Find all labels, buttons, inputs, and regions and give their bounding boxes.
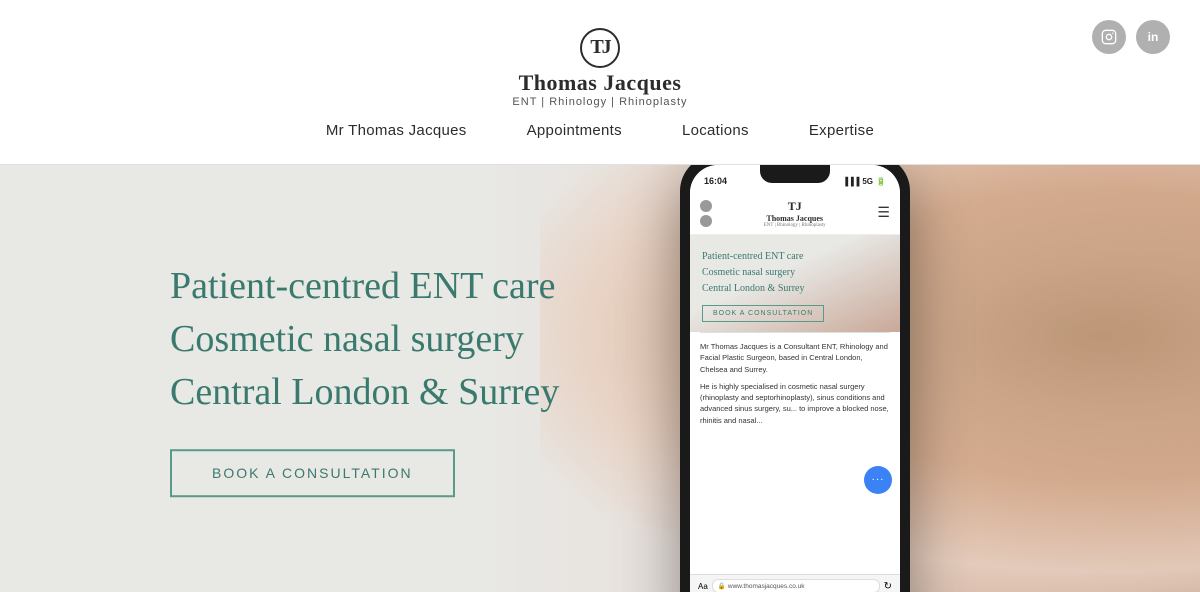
phone-logo: TJ Thomas Jacques ENT | Rhinology | Rhin… — [764, 199, 826, 228]
phone-website-content: TJ Thomas Jacques ENT | Rhinology | Rhin… — [690, 193, 900, 574]
linkedin-icon[interactable]: in — [1136, 20, 1170, 54]
phone-chat-icon: ··· — [872, 475, 885, 486]
phone-body: Mr Thomas Jacques is a Consultant ENT, R… — [690, 333, 900, 440]
phone-browser-bar: Aa 🔒 www.thomasjacques.co.uk ↻ — [690, 574, 900, 592]
logo-subtitle: ENT | Rhinology | Rhinoplasty — [512, 96, 687, 108]
phone-chat-bubble[interactable]: ··· — [864, 466, 892, 494]
hero-content: Patient-centred ENT care Cosmetic nasal … — [170, 260, 559, 498]
phone-time: 16:04 — [704, 176, 727, 186]
nav-locations[interactable]: Locations — [682, 122, 749, 139]
hero-line-1: Patient-centred ENT care — [170, 260, 559, 313]
hero-cta-button[interactable]: BOOK A CONSULTATION — [170, 449, 455, 497]
phone-linkedin-icon — [700, 215, 712, 227]
phone-social-icons — [700, 200, 712, 227]
phone-bio-para1: Mr Thomas Jacques is a Consultant ENT, R… — [700, 341, 890, 375]
phone-mockup: 16:04 ▐▐▐ 5G 🔋 TJ Thomas Jacques — [680, 165, 910, 592]
phone-text-size-icon[interactable]: Aa — [698, 582, 708, 591]
nav-mr-thomas-jacques[interactable]: Mr Thomas Jacques — [326, 122, 467, 139]
instagram-icon[interactable] — [1092, 20, 1126, 54]
phone-url-bar[interactable]: 🔒 www.thomasjacques.co.uk — [712, 579, 880, 592]
social-icons: in — [1092, 20, 1170, 54]
nav-appointments[interactable]: Appointments — [527, 122, 622, 139]
phone-cta-button[interactable]: BOOK A CONSULTATION — [702, 305, 824, 322]
phone-signal: ▐▐▐ 5G 🔋 — [842, 177, 886, 186]
main-nav: Mr Thomas Jacques Appointments Locations… — [326, 122, 874, 139]
phone-reload-icon[interactable]: ↻ — [884, 581, 892, 592]
hero-section: Patient-centred ENT care Cosmetic nasal … — [0, 165, 1200, 592]
logo-name: Thomas Jacques — [519, 70, 682, 96]
nav-expertise[interactable]: Expertise — [809, 122, 874, 139]
phone-hero: Patient-centred ENT care Cosmetic nasal … — [690, 235, 900, 332]
phone-hamburger-icon[interactable]: ☰ — [877, 205, 890, 222]
hero-line-3: Central London & Surrey — [170, 366, 559, 419]
hero-line-2: Cosmetic nasal surgery — [170, 313, 559, 366]
phone-instagram-icon — [700, 200, 712, 212]
site-header: in TJ Thomas Jacques ENT | Rhinology | R… — [0, 0, 1200, 165]
phone-bio-para2: He is highly specialised in cosmetic nas… — [700, 381, 890, 426]
phone-screen: 16:04 ▐▐▐ 5G 🔋 TJ Thomas Jacques — [690, 165, 900, 592]
site-logo: TJ — [578, 26, 622, 70]
phone-notch — [760, 165, 830, 183]
phone-site-header: TJ Thomas Jacques ENT | Rhinology | Rhin… — [690, 193, 900, 235]
phone-hero-text: Patient-centred ENT care Cosmetic nasal … — [702, 249, 888, 297]
